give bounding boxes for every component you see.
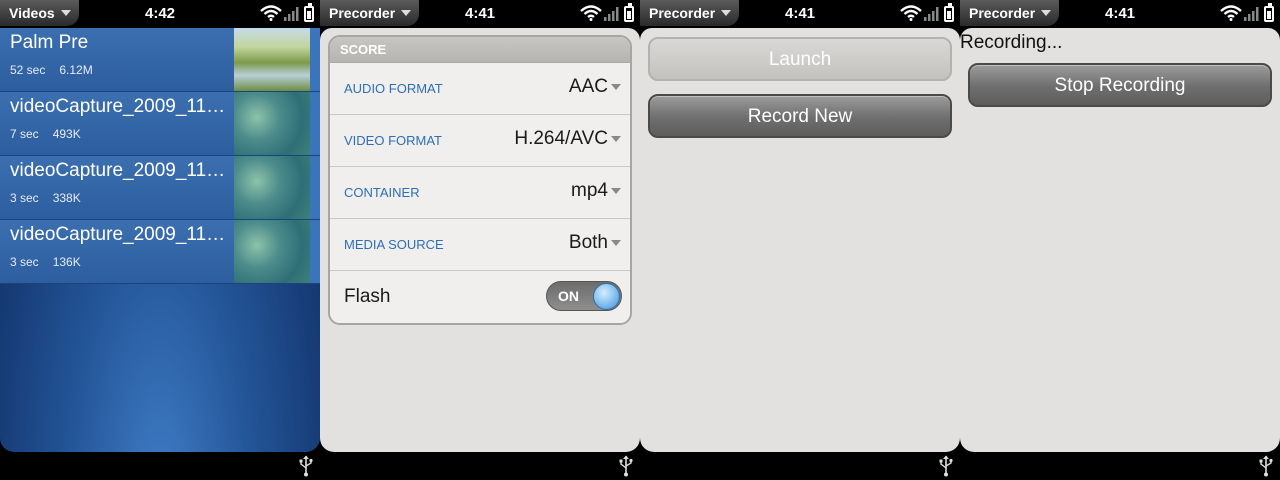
status-bar: Precorder 4:41 <box>960 0 1280 28</box>
video-meta: 3 sec 338K <box>10 191 95 205</box>
precorder-main-screen: Precorder 4:41 Launch Record New <box>640 0 960 480</box>
status-icons <box>578 3 640 24</box>
container-label: CONTAINER <box>344 185 420 200</box>
signal-icon <box>1244 7 1259 21</box>
preferences-card: SCORE AUDIO FORMAT AAC VIDEO FORMAT H.26… <box>320 28 640 452</box>
video-size: 338K <box>52 191 81 205</box>
signal-icon <box>284 7 299 21</box>
wifi-icon <box>580 5 602 21</box>
recording-status-text: Recording... <box>960 32 1063 53</box>
video-thumbnail <box>234 92 310 155</box>
usb-icon <box>1259 455 1273 477</box>
videos-screen: Videos 4:42 Palm Pre 52 sec 6.12M videoCa… <box>0 0 320 480</box>
status-icons <box>1218 3 1280 24</box>
record-new-button[interactable]: Record New <box>648 94 952 138</box>
main-card: Launch Record New <box>640 28 960 452</box>
signal-icon <box>924 7 939 21</box>
battery-icon <box>1264 3 1274 22</box>
wifi-icon <box>1220 5 1242 21</box>
video-meta: 3 sec 136K <box>10 255 95 269</box>
video-format-selector[interactable]: VIDEO FORMAT H.264/AVC <box>330 115 630 167</box>
video-duration: 52 sec <box>10 63 46 77</box>
recording-card: Recording... Stop Recording <box>960 28 1280 452</box>
chevron-down-icon <box>611 136 621 142</box>
audio-format-selector[interactable]: AUDIO FORMAT AAC <box>330 63 630 115</box>
usb-icon <box>619 455 633 477</box>
video-title: Palm Pre <box>10 32 89 53</box>
video-thumbnail <box>234 220 310 283</box>
media-source-label: MEDIA SOURCE <box>344 237 444 252</box>
wifi-icon <box>260 5 282 21</box>
video-duration: 3 sec <box>10 191 39 205</box>
precorder-preferences-screen: Precorder 4:41 SCORE AUDIO FORMAT AAC VI… <box>320 0 640 480</box>
video-duration: 7 sec <box>10 127 39 141</box>
stop-recording-button[interactable]: Stop Recording <box>968 63 1272 107</box>
video-thumbnail <box>234 156 310 219</box>
wifi-icon <box>900 5 922 21</box>
signal-icon <box>604 7 619 21</box>
container-selector[interactable]: CONTAINER mp4 <box>330 167 630 219</box>
preferences-group: SCORE AUDIO FORMAT AAC VIDEO FORMAT H.26… <box>328 35 632 325</box>
flash-label: Flash <box>344 286 391 307</box>
media-source-selector[interactable]: MEDIA SOURCE Both <box>330 219 630 271</box>
status-bar: Precorder 4:41 <box>320 0 640 28</box>
thumbnail-edge <box>310 156 320 219</box>
chevron-down-icon <box>611 188 621 194</box>
video-title: videoCapture_2009_11_... <box>10 96 232 117</box>
list-item[interactable]: Palm Pre 52 sec 6.12M <box>0 28 320 92</box>
group-header: SCORE <box>330 37 630 63</box>
status-icons <box>258 3 320 24</box>
list-item[interactable]: videoCapture_2009_11_... 3 sec 136K <box>0 220 320 284</box>
toggle-state-label: ON <box>558 288 579 304</box>
video-format-value: H.264/AVC <box>514 128 608 149</box>
chevron-down-icon <box>611 240 621 246</box>
thumbnail-edge <box>310 92 320 155</box>
chevron-down-icon <box>611 84 621 90</box>
gesture-area[interactable] <box>640 452 960 480</box>
gesture-area[interactable] <box>0 452 320 480</box>
thumbnail-edge <box>310 28 320 91</box>
battery-icon <box>944 3 954 22</box>
gesture-area[interactable] <box>960 452 1280 480</box>
toggle-knob[interactable] <box>593 283 620 310</box>
usb-icon <box>299 455 313 477</box>
battery-icon <box>304 3 314 22</box>
container-value: mp4 <box>571 180 608 201</box>
usb-icon <box>939 455 953 477</box>
flash-row: Flash ON <box>330 271 630 323</box>
battery-icon <box>624 3 634 22</box>
audio-format-label: AUDIO FORMAT <box>344 81 443 96</box>
video-duration: 3 sec <box>10 255 39 269</box>
audio-format-value: AAC <box>568 76 608 97</box>
status-icons <box>898 3 960 24</box>
flash-toggle[interactable]: ON <box>546 281 622 311</box>
gesture-area[interactable] <box>320 452 640 480</box>
list-item[interactable]: videoCapture_2009_11_... 3 sec 338K <box>0 156 320 220</box>
video-size: 6.12M <box>59 63 93 77</box>
launch-button[interactable]: Launch <box>648 37 952 81</box>
list-item[interactable]: videoCapture_2009_11_... 7 sec 493K <box>0 92 320 156</box>
thumbnail-edge <box>310 220 320 283</box>
status-bar: Videos 4:42 <box>0 0 320 28</box>
video-meta: 7 sec 493K <box>10 127 95 141</box>
video-title: videoCapture_2009_11_... <box>10 160 232 181</box>
video-thumbnail <box>234 28 310 91</box>
video-meta: 52 sec 6.12M <box>10 63 107 77</box>
video-size: 136K <box>52 255 81 269</box>
video-format-label: VIDEO FORMAT <box>344 133 442 148</box>
media-source-value: Both <box>568 232 608 253</box>
precorder-recording-screen: Precorder 4:41 Recording... Stop Recordi… <box>960 0 1280 480</box>
video-size: 493K <box>52 127 81 141</box>
video-title: videoCapture_2009_11_... <box>10 224 232 245</box>
status-bar: Precorder 4:41 <box>640 0 960 28</box>
videos-card: Palm Pre 52 sec 6.12M videoCapture_2009_1… <box>0 28 320 452</box>
